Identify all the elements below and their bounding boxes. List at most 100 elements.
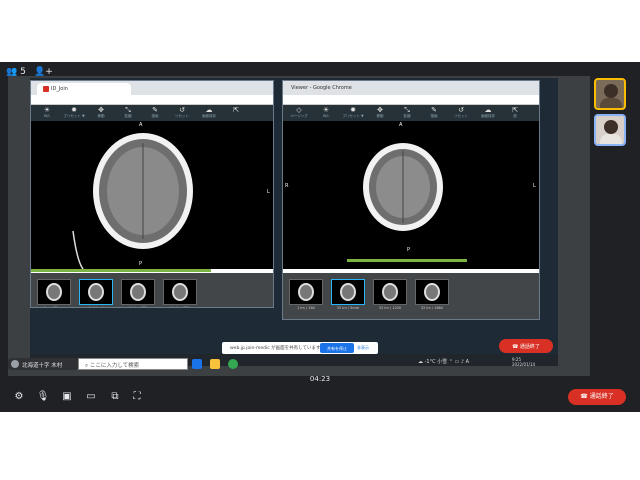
participant-tile[interactable] [594, 78, 626, 110]
tool-label: W/L [43, 114, 51, 118]
series-thumbnail[interactable] [289, 279, 323, 305]
tab-strip: ID_Join [31, 81, 273, 95]
avatar [11, 360, 19, 368]
orientation-label: A [399, 122, 403, 128]
tool-icon: ⇱ [512, 106, 518, 114]
viewer-tool-button[interactable]: ✎ 描画 [422, 106, 446, 120]
left-browser-window: ID_Join ☀ W/L ✹ プリセット ▼ ✥ 移動 ⤡ 拡縮 ✎ 描画 ↺ リセット ☁ 画面保存 ⇱… [30, 80, 274, 308]
series-thumbnails: 1 im / 180 32 im / 5mm 32 im / 1200 32 im /… [283, 273, 539, 319]
address-bar[interactable] [283, 95, 539, 105]
chrome-icon[interactable] [228, 359, 238, 369]
series-thumbnail[interactable] [415, 279, 449, 305]
tab-favicon-icon [43, 86, 49, 92]
viewer-tool-button[interactable]: ⇱ 読 [503, 106, 527, 120]
viewer-tool-button[interactable]: ↺ リセット [449, 106, 473, 120]
tool-icon: ☀ [322, 106, 330, 114]
tool-icon: ✥ [377, 106, 383, 114]
thumbnail-caption: 32 im / 1860 [420, 306, 444, 310]
weather-text: -1°C 小雪 [424, 359, 448, 365]
tool-icon: ✎ [431, 106, 437, 114]
viewer-tool-button[interactable]: ✹ プリセット ▼ [341, 106, 365, 120]
orientation-label: R [285, 183, 289, 189]
orientation-label: L [267, 189, 270, 195]
series-thumbnail[interactable] [37, 279, 71, 305]
thumbnail-caption: 32 im / 5mm [336, 306, 360, 310]
viewer-tool-button[interactable]: ☀ W/L [35, 106, 59, 120]
orientation-label: L [533, 183, 536, 189]
thumbnail-caption: Helical 3D [129, 306, 147, 308]
meet-controls: ⚙ 🎙 ▣ ▭ ⧉ ⛶ ☎ 通話終了 [0, 386, 640, 412]
viewer-tool-button[interactable]: ↺ リセット [170, 106, 194, 120]
viewer-tool-button[interactable]: ⤡ 拡縮 [116, 106, 140, 120]
scroll-indicator [31, 269, 211, 272]
viewer-tool-button[interactable]: ◇ ページング [287, 106, 311, 120]
tab-title: ID_Join [51, 86, 68, 92]
scroll-indicator [347, 259, 467, 262]
orientation-label: P [407, 247, 411, 253]
tool-icon: ⇱ [233, 106, 239, 114]
taskbar-search-input[interactable]: ⌕ ここに入力して検索 [78, 358, 188, 370]
orientation-label: P [139, 261, 143, 267]
thumbnail-caption: Helical 3D [171, 306, 189, 308]
tool-label: 読 [513, 114, 517, 118]
viewer-tool-button[interactable]: ✥ 移動 [89, 106, 113, 120]
right-browser-window: Viewer - Google Chrome ◇ ページング ☀ W/L ✹ プリセット … [282, 80, 540, 320]
viewer-tool-button[interactable]: ☁ 画面保存 [197, 106, 221, 120]
viewer-tool-button[interactable]: ✎ 描画 [143, 106, 167, 120]
thumbnail-caption: 1 im / 180 [297, 306, 315, 310]
present-screen-icon[interactable]: ▭ [84, 390, 98, 404]
ct-brain-image [363, 143, 443, 231]
viewer-tool-button[interactable]: ⇱ [224, 106, 248, 120]
thumbnail-caption: 1 / Head [88, 306, 104, 308]
tool-label: プリセット ▼ [342, 114, 364, 118]
series-thumbnail[interactable] [331, 279, 365, 305]
tool-icon: ✹ [71, 106, 77, 114]
viewer-tool-button[interactable]: ☁ 画面保存 [476, 106, 500, 120]
tool-label: ページング [290, 114, 308, 118]
end-call-button[interactable]: ☎ 通話終了 [568, 389, 626, 405]
tool-icon: ✎ [152, 106, 158, 114]
tool-label: 移動 [376, 114, 384, 118]
browser-tab[interactable]: ID_Join [37, 83, 131, 95]
viewer-tool-button[interactable]: ✥ 移動 [368, 106, 392, 120]
mic-off-icon[interactable]: 🎙 [36, 390, 50, 404]
tool-icon: ☁ [484, 106, 492, 114]
series-thumbnail[interactable] [121, 279, 155, 305]
participant-tile[interactable] [594, 114, 626, 146]
fullscreen-icon[interactable]: ⛶ [130, 390, 144, 404]
meet-call-window: 👥 5 👤+ ID_Join ☀ W/L ✹ プリセット ▼ ✥ 移動 ⤡ 拡縮 ✎ 描画 ↺ リセッ… [0, 62, 640, 412]
ct-viewer-right[interactable]: A P R L [283, 121, 539, 269]
ct-viewer-left[interactable]: A P L [31, 121, 273, 270]
settings-icon[interactable]: ⚙ [12, 390, 26, 404]
edge-icon[interactable] [192, 359, 202, 369]
share-banner-text: web.jp.join-medic が画面を共有しています。 [230, 346, 325, 351]
viewer-tool-button[interactable]: ☀ W/L [314, 106, 338, 120]
viewer-tool-button[interactable]: ⤡ 拡縮 [395, 106, 419, 120]
system-tray: ☁ -1°C 小雪 ⌃ ▭ ♪ A [418, 359, 470, 365]
tool-icon: ↺ [179, 106, 185, 114]
viewer-tool-button[interactable]: ✹ プリセット ▼ [62, 106, 86, 120]
thumbnail-caption: 32 im / 1200 [378, 306, 402, 310]
tool-icon: ⤡ [125, 106, 131, 114]
tool-label: 拡縮 [403, 114, 411, 118]
screen-share-icon[interactable]: ⧉ [108, 390, 122, 404]
tool-icon: ↺ [458, 106, 464, 114]
camera-off-icon[interactable]: ▣ [60, 390, 74, 404]
window-title: Viewer - Google Chrome [291, 85, 352, 91]
series-thumbnail[interactable] [373, 279, 407, 305]
folder-icon[interactable] [210, 359, 220, 369]
inner-end-call-button[interactable]: ☎ 通話終了 [499, 339, 553, 353]
hide-banner-button[interactable]: 非表示 [357, 345, 369, 351]
orientation-label: A [139, 122, 143, 128]
address-bar[interactable] [31, 95, 273, 105]
series-thumbnail[interactable] [79, 279, 113, 305]
tool-label: リセット [175, 114, 189, 118]
shared-desktop: ID_Join ☀ W/L ✹ プリセット ▼ ✥ 移動 ⤡ 拡縮 ✎ 描画 ↺ リセット ☁ 画面保存 ⇱… [30, 78, 558, 366]
tool-label: 拡縮 [124, 114, 132, 118]
title-bar: Viewer - Google Chrome [283, 81, 539, 95]
ct-brain-image [72, 133, 193, 270]
viewer-toolbar: ☀ W/L ✹ プリセット ▼ ✥ 移動 ⤡ 拡縮 ✎ 描画 ↺ リセット ☁ 画面保存 ⇱ [31, 105, 273, 121]
series-thumbnail[interactable] [163, 279, 197, 305]
tool-label: 描画 [430, 114, 438, 118]
stop-sharing-button[interactable]: 共有を停止 [320, 343, 354, 353]
